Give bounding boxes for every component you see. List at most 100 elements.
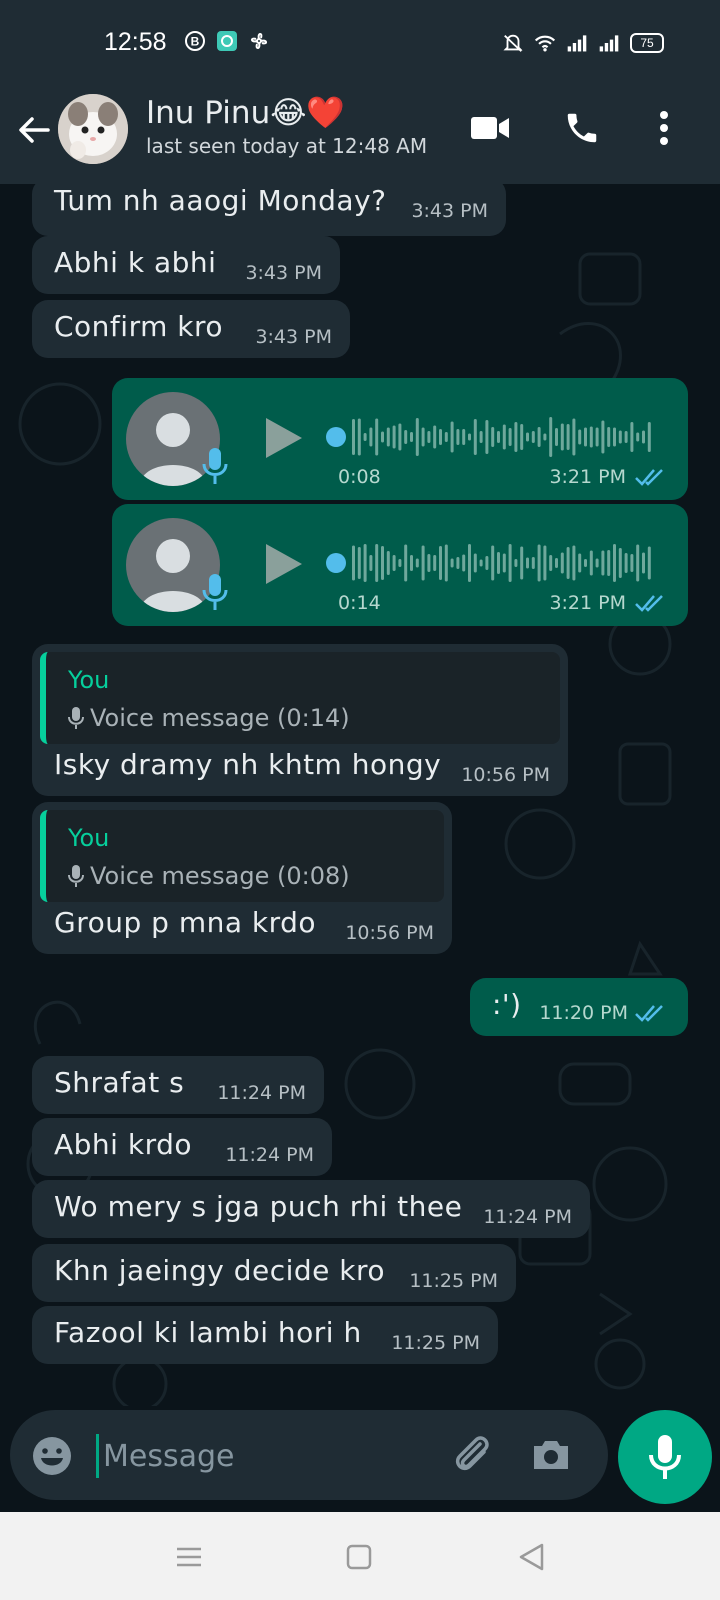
waveform-bar [381,546,384,580]
message-input[interactable] [96,1434,416,1478]
waveform-bar [485,556,489,570]
contact-name[interactable]: Inu Pinu😂❤️ [146,94,345,131]
quoted-message[interactable]: You Voice message (0:08) [40,810,444,902]
message-composer [10,1410,608,1500]
message-text: Abhi krdo [54,1128,192,1161]
waveform-bar [578,429,582,445]
voice-message-outgoing[interactable]: 0:08 3:21 PM [112,378,688,500]
quoted-message[interactable]: You Voice message (0:14) [40,652,560,744]
svg-text:B: B [191,35,200,49]
quote-content: Voice message (0:08) [68,862,350,890]
message-time: 3:21 PM [549,466,626,488]
message-time: 11:25 PM [391,1332,480,1354]
mic-icon [649,1435,681,1479]
play-icon[interactable] [264,416,304,460]
voice-message-outgoing[interactable]: 0:14 3:21 PM [112,504,688,626]
waveform-bar [369,555,373,571]
waveform-bar [537,427,541,447]
waveform-bar [363,433,367,441]
waveform-bar [427,431,431,443]
waveform-bar [497,552,500,574]
waveform-bar [421,427,425,447]
reply-message-incoming[interactable]: You Voice message (0:14) Isky dramy nh k… [32,644,568,796]
waveform-bar [613,544,616,582]
camera-icon[interactable] [528,1432,574,1478]
waveform-bar [520,424,524,450]
voice-record-button[interactable] [618,1410,712,1504]
waveform-bar [375,544,379,582]
chat-messages[interactable]: Tum nh aaogi Monday? 3:43 PM Abhi k abhi… [0,184,720,1406]
message-text: Tum nh aaogi Monday? [54,184,387,217]
waveform[interactable] [326,540,656,586]
waveform-bar [392,555,396,571]
menu-nav-icon[interactable] [172,1540,206,1574]
message-time: 11:25 PM [409,1270,498,1292]
waveform-bar [647,546,651,580]
waveform-bar [433,555,437,571]
mic-icon [200,572,230,619]
waveform-bar [410,555,413,571]
waveform-bar [607,427,611,447]
waveform-bar [479,559,483,567]
waveform-bar [636,544,640,582]
voice-duration: 0:08 [338,466,381,488]
waveform-bar [502,553,506,573]
waveform-bar [392,425,396,449]
avatar[interactable] [58,94,128,164]
quote-text: Voice message (0:14) [90,704,350,732]
message-text: Isky dramy nh khtm hongy [54,748,442,781]
waveform-bar [560,552,564,574]
last-seen-status: last seen today at 12:48 AM [146,134,428,158]
message-bubble-incoming[interactable]: Shrafat s 11:24 PM [32,1056,324,1114]
back-nav-icon[interactable] [514,1540,548,1574]
message-text: Wo mery s jga puch rhi thee [54,1190,463,1223]
mic-icon [200,446,230,493]
video-call-icon[interactable] [468,106,512,150]
waveform-bar [642,430,645,444]
signal-icon [566,32,588,54]
waveform-bar [572,418,576,456]
back-arrow-icon[interactable] [14,110,54,150]
waveform-bar [613,427,616,447]
waveform-bar [404,544,408,582]
more-options-icon[interactable] [642,106,686,150]
quote-author: You [68,666,110,694]
mic-icon [68,865,84,887]
waveform-bar [514,422,518,452]
waveform-bar [578,553,582,573]
message-bubble-incoming[interactable]: Khn jaeingy decide kro 11:25 PM [32,1244,516,1302]
message-text: Confirm kro [54,310,224,343]
waveform-bar [386,551,390,575]
attach-icon[interactable] [450,1432,496,1478]
waveform-bar [369,427,373,447]
message-time: 11:20 PM [539,1002,628,1024]
waveform-bar [427,554,431,572]
chat-header: Inu Pinu😂❤️ last seen today at 12:48 AM [0,88,720,184]
waveform-bar [520,546,524,580]
reply-message-incoming[interactable]: You Voice message (0:08) Group p mna krd… [32,802,452,954]
voice-duration: 0:14 [338,592,381,614]
message-text: Fazool ki lambi hori h [54,1316,362,1349]
waveform-bar [526,432,529,442]
play-icon[interactable] [264,542,304,586]
message-bubble-outgoing[interactable]: :') 11:20 PM [470,978,688,1036]
message-time: 3:43 PM [245,262,322,284]
waveform-bar [415,558,419,568]
waveform[interactable] [326,414,656,460]
emoji-icon[interactable] [30,1434,74,1478]
message-bubble-incoming[interactable]: Abhi k abhi 3:43 PM [32,236,340,294]
message-bubble-incoming[interactable]: Confirm kro 3:43 PM [32,300,350,358]
message-bubble-incoming[interactable]: Tum nh aaogi Monday? 3:43 PM [32,184,506,236]
read-ticks-icon [635,469,663,486]
waveform-bar [624,553,628,573]
message-bubble-incoming[interactable]: Wo mery s jga puch rhi thee 11:24 PM [32,1180,590,1238]
waveform-bar [636,432,640,442]
home-nav-icon[interactable] [342,1540,376,1574]
phone-call-icon[interactable] [560,106,604,150]
waveform-bar [462,554,466,572]
waveform-bar [381,431,384,443]
message-bubble-incoming[interactable]: Abhi krdo 11:24 PM [32,1118,332,1176]
message-time: 10:56 PM [345,922,434,944]
message-bubble-incoming[interactable]: Fazool ki lambi hori h 11:25 PM [32,1306,498,1364]
message-text: Shrafat s [54,1066,185,1099]
